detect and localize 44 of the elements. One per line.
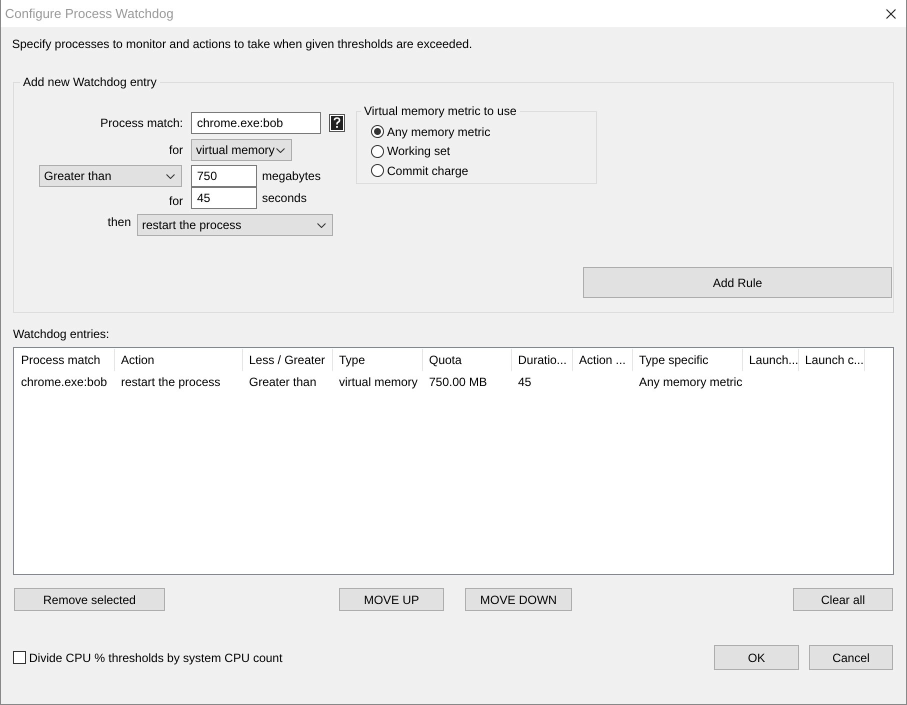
unit-label: megabytes bbox=[262, 169, 321, 183]
table-cell-text: Any memory metric bbox=[638, 374, 743, 388]
move-down-button[interactable]: MOVE DOWN bbox=[465, 588, 572, 611]
duration-field[interactable]: 45 bbox=[191, 187, 257, 209]
table-cell-text: 45 bbox=[517, 374, 532, 388]
clear-all-button[interactable]: Clear all bbox=[793, 588, 893, 611]
table-cell-text: restart the process bbox=[120, 374, 222, 388]
close-icon[interactable] bbox=[886, 8, 896, 18]
ok-button[interactable]: OK bbox=[714, 645, 799, 670]
table-cell-text: 750.00 MB bbox=[428, 374, 488, 388]
caret-icon bbox=[276, 148, 285, 152]
field-label: then bbox=[106, 215, 131, 229]
table-cell-text: Greater than bbox=[248, 374, 318, 388]
cancel-button[interactable]: Cancel bbox=[809, 645, 893, 670]
radio-option[interactable]: Commit charge bbox=[371, 161, 596, 180]
radio-button[interactable] bbox=[371, 164, 384, 178]
window-title: Configure Process Watchdog bbox=[5, 6, 174, 21]
radio-button[interactable] bbox=[371, 144, 384, 158]
radio-option[interactable]: Any memory metric bbox=[371, 122, 596, 142]
threshold-field[interactable]: 750 bbox=[191, 165, 257, 187]
table-cell-text: chrome.exe:bob bbox=[20, 374, 108, 388]
process-match-field[interactable]: chrome.exe:bob bbox=[191, 112, 321, 134]
description-text: Specify processes to monitor and actions to take when given thresholds are exceeded. bbox=[12, 37, 474, 51]
radio-option[interactable]: Working set bbox=[371, 142, 596, 161]
dropdown[interactable]: restart the process bbox=[137, 214, 333, 236]
group-title: Virtual memory metric to use bbox=[363, 104, 518, 118]
unit-label: seconds bbox=[262, 191, 307, 205]
group-title: Add new Watchdog entry bbox=[22, 75, 158, 89]
help-icon[interactable] bbox=[329, 114, 345, 132]
field-label: for bbox=[168, 194, 183, 208]
caret-icon bbox=[166, 174, 175, 178]
move-up-button[interactable]: MOVE UP bbox=[339, 588, 444, 611]
add-rule-button[interactable]: Add Rule bbox=[583, 267, 892, 298]
section-label: Watchdog entries: bbox=[13, 327, 110, 341]
field-label: for bbox=[168, 143, 183, 157]
checkbox[interactable] bbox=[13, 651, 26, 664]
dropdown[interactable]: Greater than bbox=[39, 165, 182, 187]
radio-button[interactable] bbox=[371, 125, 384, 138]
divide-cpu-checkbox[interactable]: Divide CPU % thresholds by system CPU count bbox=[13, 650, 282, 664]
table-cell-text: virtual memory bbox=[338, 374, 419, 388]
caret-icon bbox=[317, 222, 326, 228]
field-label: Process match: bbox=[99, 116, 183, 130]
remove-selected-button[interactable]: Remove selected bbox=[14, 588, 165, 611]
dropdown[interactable]: virtual memory bbox=[191, 139, 292, 161]
